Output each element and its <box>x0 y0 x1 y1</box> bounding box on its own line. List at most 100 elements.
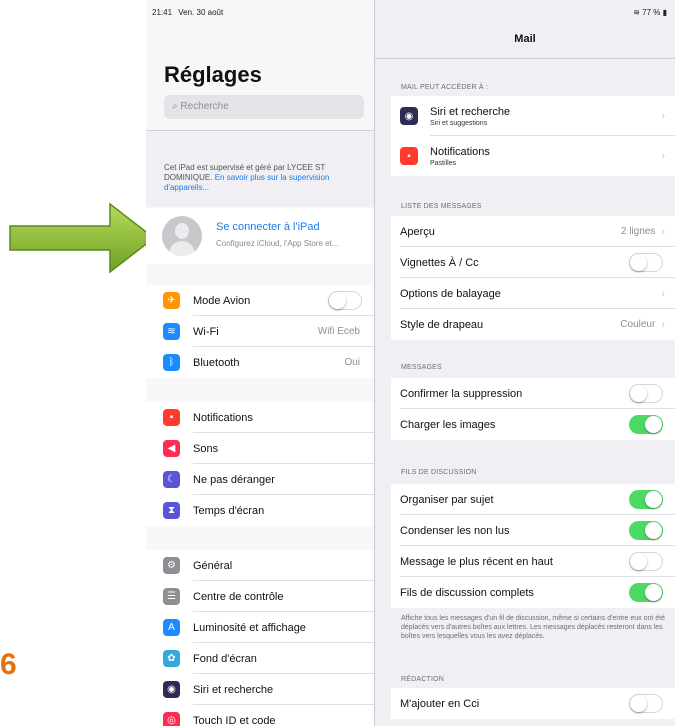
search-placeholder: Recherche <box>180 101 229 112</box>
sidebar-item-general[interactable]: ⚙ Général <box>146 550 374 581</box>
notifications-group: ▪ Notifications ◀ Sons ☾ Ne pas déranger ⧗ Temp… <box>146 402 374 526</box>
messages-group: Confirmer la suppression Charger les imag… <box>391 378 675 440</box>
toggle-switch[interactable] <box>629 384 663 403</box>
search-icon: ⌕ <box>172 101 178 112</box>
sidebar-item-label: Général <box>193 559 233 572</box>
sidebar-item-ne-pas-deranger[interactable]: ☾ Ne pas déranger <box>146 464 374 495</box>
section-header: FILS DE DISCUSSION <box>401 469 477 476</box>
settings-sidebar: 21:41 Ven. 30 août Réglages ⌕ Recherche … <box>146 0 375 726</box>
setting-row-apercu[interactable]: Aperçu 2 lignes › <box>391 216 675 247</box>
section-header: MAIL PEUT ACCÉDER À : <box>401 84 489 91</box>
setting-value: 2 lignes <box>620 226 656 237</box>
sidebar-item-label: Siri et recherche <box>193 683 274 696</box>
sidebar-item-temps-d-ecran[interactable]: ⧗ Temps d'écran <box>146 495 374 526</box>
access-title: Siri et recherche <box>430 105 511 118</box>
avatar <box>162 216 202 256</box>
gear-icon: ⚙ <box>163 557 180 574</box>
setting-label: Fils de discussion complets <box>400 586 534 599</box>
sidebar-item-value: Wifi Eceb <box>317 326 360 337</box>
access-group: ◉ Siri et recherche Siri et suggestions › ▪ N… <box>391 96 675 176</box>
sidebar-item-mode-avion[interactable]: ✈ Mode Avion <box>146 285 374 316</box>
sidebar-item-fond-d-ecran[interactable]: ✿ Fond d'écran <box>146 643 374 674</box>
setting-label: Options de balayage <box>400 287 501 300</box>
chevron-right-icon: › <box>661 318 665 331</box>
setting-label: Charger les images <box>400 418 496 431</box>
control-center-icon: ☰ <box>163 588 180 605</box>
setting-label: Organiser par sujet <box>400 493 494 506</box>
message-list-group: Aperçu 2 lignes › Vignettes À / Cc Options d… <box>391 216 675 340</box>
setting-value: Couleur <box>620 319 656 330</box>
status-time: 21:41 <box>152 8 173 17</box>
ipad-screenshot: 21:41 Ven. 30 août Réglages ⌕ Recherche … <box>146 0 675 726</box>
setting-label: Style de drapeau <box>400 318 484 331</box>
setting-row-options-de-balayage[interactable]: Options de balayage › <box>391 278 675 309</box>
page-title: Réglages <box>164 62 262 87</box>
sidebar-item-label: Wi-Fi <box>193 325 219 338</box>
setting-label: Condenser les non lus <box>400 524 510 537</box>
setting-row-m-ajouter-en-cci[interactable]: M'ajouter en Cci <box>391 688 675 719</box>
access-title: Notifications <box>430 145 490 158</box>
search-input[interactable]: ⌕ Recherche <box>164 95 364 119</box>
sidebar-item-touch-id-et-code[interactable]: ◎ Touch ID et code <box>146 705 374 726</box>
sidebar-item-label: Sons <box>193 442 219 455</box>
hourglass-icon: ⧗ <box>163 502 180 519</box>
sidebar-item-sons[interactable]: ◀ Sons <box>146 433 374 464</box>
compose-group: M'ajouter en Cci <box>391 688 675 719</box>
connectivity-group: ✈ Mode Avion ≋ Wi-Fi Wifi Eceb ᛒ Bluetooth Oui <box>146 285 374 378</box>
setting-label: Message le plus récent en haut <box>400 555 553 568</box>
setting-label: Aperçu <box>400 225 435 238</box>
airplane-icon: ✈ <box>163 292 180 309</box>
sidebar-item-label: Mode Avion <box>193 294 251 307</box>
wifi-icon: ≋ <box>633 8 640 17</box>
setting-row-message-le-plus-recent-en-haut[interactable]: Message le plus récent en haut <box>391 546 675 577</box>
toggle-switch[interactable] <box>629 694 663 713</box>
siri-icon: ◉ <box>400 107 418 125</box>
setting-row-organiser-par-sujet[interactable]: Organiser par sujet <box>391 484 675 515</box>
sidebar-item-label: Bluetooth <box>193 356 240 369</box>
chevron-right-icon: › <box>661 225 665 238</box>
bluetooth-icon: ᛒ <box>163 354 180 371</box>
setting-label: M'ajouter en Cci <box>400 697 480 710</box>
setting-row-style-de-drapeau[interactable]: Style de drapeau Couleur › <box>391 309 675 340</box>
sidebar-item-luminosite-et-affichage[interactable]: A Luminosité et affichage <box>146 612 374 643</box>
toggle-switch[interactable] <box>629 253 663 272</box>
setting-row-vignettes-a-cc[interactable]: Vignettes À / Cc <box>391 247 675 278</box>
setting-row-confirmer-la-suppression[interactable]: Confirmer la suppression <box>391 378 675 409</box>
setting-row-fils-de-discussion-complets[interactable]: Fils de discussion complets <box>391 577 675 608</box>
status-date: Ven. 30 août <box>178 8 224 17</box>
sidebar-item-label: Notifications <box>193 411 253 424</box>
battery-icon: ▮ <box>662 8 667 17</box>
access-row-siri-et-recherche[interactable]: ◉ Siri et recherche Siri et suggestions › <box>391 96 675 136</box>
fingerprint-icon: ◎ <box>163 712 180 726</box>
setting-row-condenser-les-non-lus[interactable]: Condenser les non lus <box>391 515 675 546</box>
section-header: MESSAGES <box>401 364 442 371</box>
sounds-icon: ◀ <box>163 440 180 457</box>
sidebar-item-wi-fi[interactable]: ≋ Wi-Fi Wifi Eceb <box>146 316 374 347</box>
moon-icon: ☾ <box>163 471 180 488</box>
general-group: ⚙ Général ☰ Centre de contrôle A Luminosité e… <box>146 550 374 726</box>
toggle-switch[interactable] <box>328 291 362 310</box>
setting-label: Vignettes À / Cc <box>400 256 479 269</box>
supervision-notice: Cet iPad est supervisé et géré par LYCEE… <box>164 163 364 193</box>
chevron-right-icon: › <box>661 110 665 122</box>
toggle-switch[interactable] <box>629 583 663 602</box>
sidebar-item-siri-et-recherche[interactable]: ◉ Siri et recherche <box>146 674 374 705</box>
toggle-switch[interactable] <box>629 552 663 571</box>
toggle-switch[interactable] <box>629 415 663 434</box>
sidebar-item-notifications[interactable]: ▪ Notifications <box>146 402 374 433</box>
notifications-icon: ▪ <box>400 147 418 165</box>
sign-in-subtitle: Configurez iCloud, l'App Store et... <box>216 239 339 248</box>
sign-in-row[interactable]: Se connecter à l'iPad Configurez iCloud,… <box>146 208 374 264</box>
mail-settings-pane: ≋ 77 % ▮ Mail MAIL PEUT ACCÉDER À : ◉ Sir… <box>375 0 675 726</box>
sidebar-item-label: Temps d'écran <box>193 504 265 517</box>
access-row-notifications[interactable]: ▪ Notifications Pastilles › <box>391 136 675 176</box>
threads-footer: Affiche tous les messages d'un fil de di… <box>401 615 666 640</box>
toggle-switch[interactable] <box>629 490 663 509</box>
section-header: RÉDACTION <box>401 676 445 683</box>
setting-row-charger-les-images[interactable]: Charger les images <box>391 409 675 440</box>
sidebar-item-bluetooth[interactable]: ᛒ Bluetooth Oui <box>146 347 374 378</box>
toggle-switch[interactable] <box>629 521 663 540</box>
access-subtitle: Pastilles <box>430 159 457 167</box>
siri-icon: ◉ <box>163 681 180 698</box>
sidebar-item-centre-de-controle[interactable]: ☰ Centre de contrôle <box>146 581 374 612</box>
